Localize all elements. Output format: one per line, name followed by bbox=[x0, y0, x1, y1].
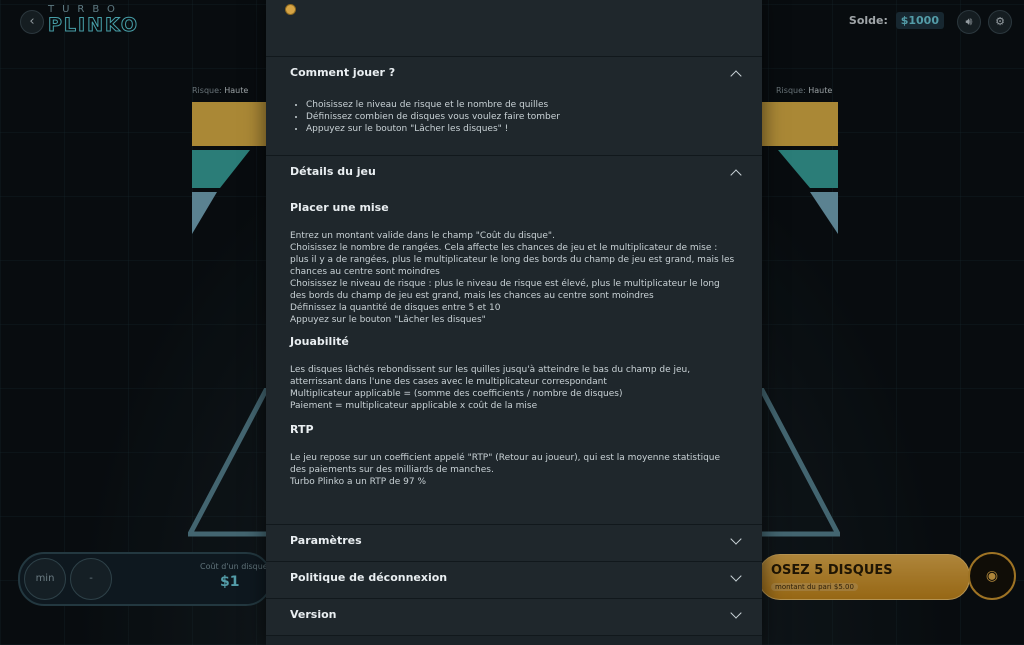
chevron-down-icon bbox=[730, 533, 742, 545]
rtp-text: Le jeu repose sur un coefficient appelé … bbox=[290, 452, 738, 488]
chevron-down-icon bbox=[730, 607, 742, 619]
section-version[interactable]: Version bbox=[266, 599, 762, 636]
section-how-to-play: Comment jouer ? Choisissez le niveau de … bbox=[266, 57, 762, 156]
paragraph-line: Paiement = multiplicateur applicable x c… bbox=[290, 401, 538, 411]
chevron-down-icon bbox=[730, 570, 742, 582]
section-settings[interactable]: Paramètres bbox=[266, 525, 762, 562]
place-bet-text: Entrez un montant valide dans le champ "… bbox=[290, 230, 738, 326]
chevron-up-icon bbox=[730, 70, 742, 82]
paragraph-line: Choisissez le nombre de rangées. Cela af… bbox=[290, 243, 735, 277]
coin-icon bbox=[285, 4, 296, 15]
rtp-title: RTP bbox=[290, 423, 314, 436]
how-to-play-list: Choisissez le niveau de risque et le nom… bbox=[290, 99, 738, 135]
how-to-play-title: Comment jouer ? bbox=[290, 66, 396, 79]
settings-title: Paramètres bbox=[290, 534, 362, 547]
paragraph-line: Choisissez le niveau de risque : plus le… bbox=[290, 279, 720, 301]
chevron-up-icon bbox=[730, 169, 742, 181]
list-item: Appuyez sur le bouton "Lâcher les disque… bbox=[306, 123, 738, 135]
game-details-header[interactable]: Détails du jeu bbox=[266, 156, 762, 190]
section-disconnect-policy[interactable]: Politique de déconnexion bbox=[266, 562, 762, 599]
game-details-title: Détails du jeu bbox=[290, 165, 376, 178]
paragraph-line: Multiplicateur applicable = (somme des c… bbox=[290, 389, 623, 399]
paragraph-line: Le jeu repose sur un coefficient appelé … bbox=[290, 453, 721, 475]
paragraph-line: Appuyez sur le bouton "Lâcher les disque… bbox=[290, 315, 486, 325]
gameplay-text: Les disques lâchés rebondissent sur les … bbox=[290, 364, 738, 412]
paragraph-line: Définissez la quantité de disques entre … bbox=[290, 303, 501, 313]
disconnect-header[interactable]: Politique de déconnexion bbox=[266, 562, 762, 596]
help-modal: Comment jouer ? Choisissez le niveau de … bbox=[266, 0, 762, 645]
version-title: Version bbox=[290, 608, 337, 621]
how-to-play-body: Choisissez le niveau de risque et le nom… bbox=[266, 99, 762, 135]
section-game-details: Détails du jeu Placer une mise Entrez un… bbox=[266, 156, 762, 525]
version-header[interactable]: Version bbox=[266, 599, 762, 633]
list-item: Choisissez le niveau de risque et le nom… bbox=[306, 99, 738, 111]
gameplay-title: Jouabilité bbox=[290, 335, 349, 348]
modal-top-area bbox=[266, 0, 762, 57]
settings-header[interactable]: Paramètres bbox=[266, 525, 762, 559]
disconnect-title: Politique de déconnexion bbox=[290, 571, 448, 584]
game-details-body: Placer une mise Entrez un montant valide… bbox=[266, 190, 762, 488]
paragraph-line: Les disques lâchés rebondissent sur les … bbox=[290, 365, 691, 387]
place-bet-title: Placer une mise bbox=[290, 201, 389, 214]
how-to-play-header[interactable]: Comment jouer ? bbox=[266, 57, 762, 91]
paragraph-line: Entrez un montant valide dans le champ "… bbox=[290, 231, 555, 241]
paragraph-line: Turbo Plinko a un RTP de 97 % bbox=[290, 477, 427, 487]
list-item: Définissez combien de disques vous voule… bbox=[306, 111, 738, 123]
